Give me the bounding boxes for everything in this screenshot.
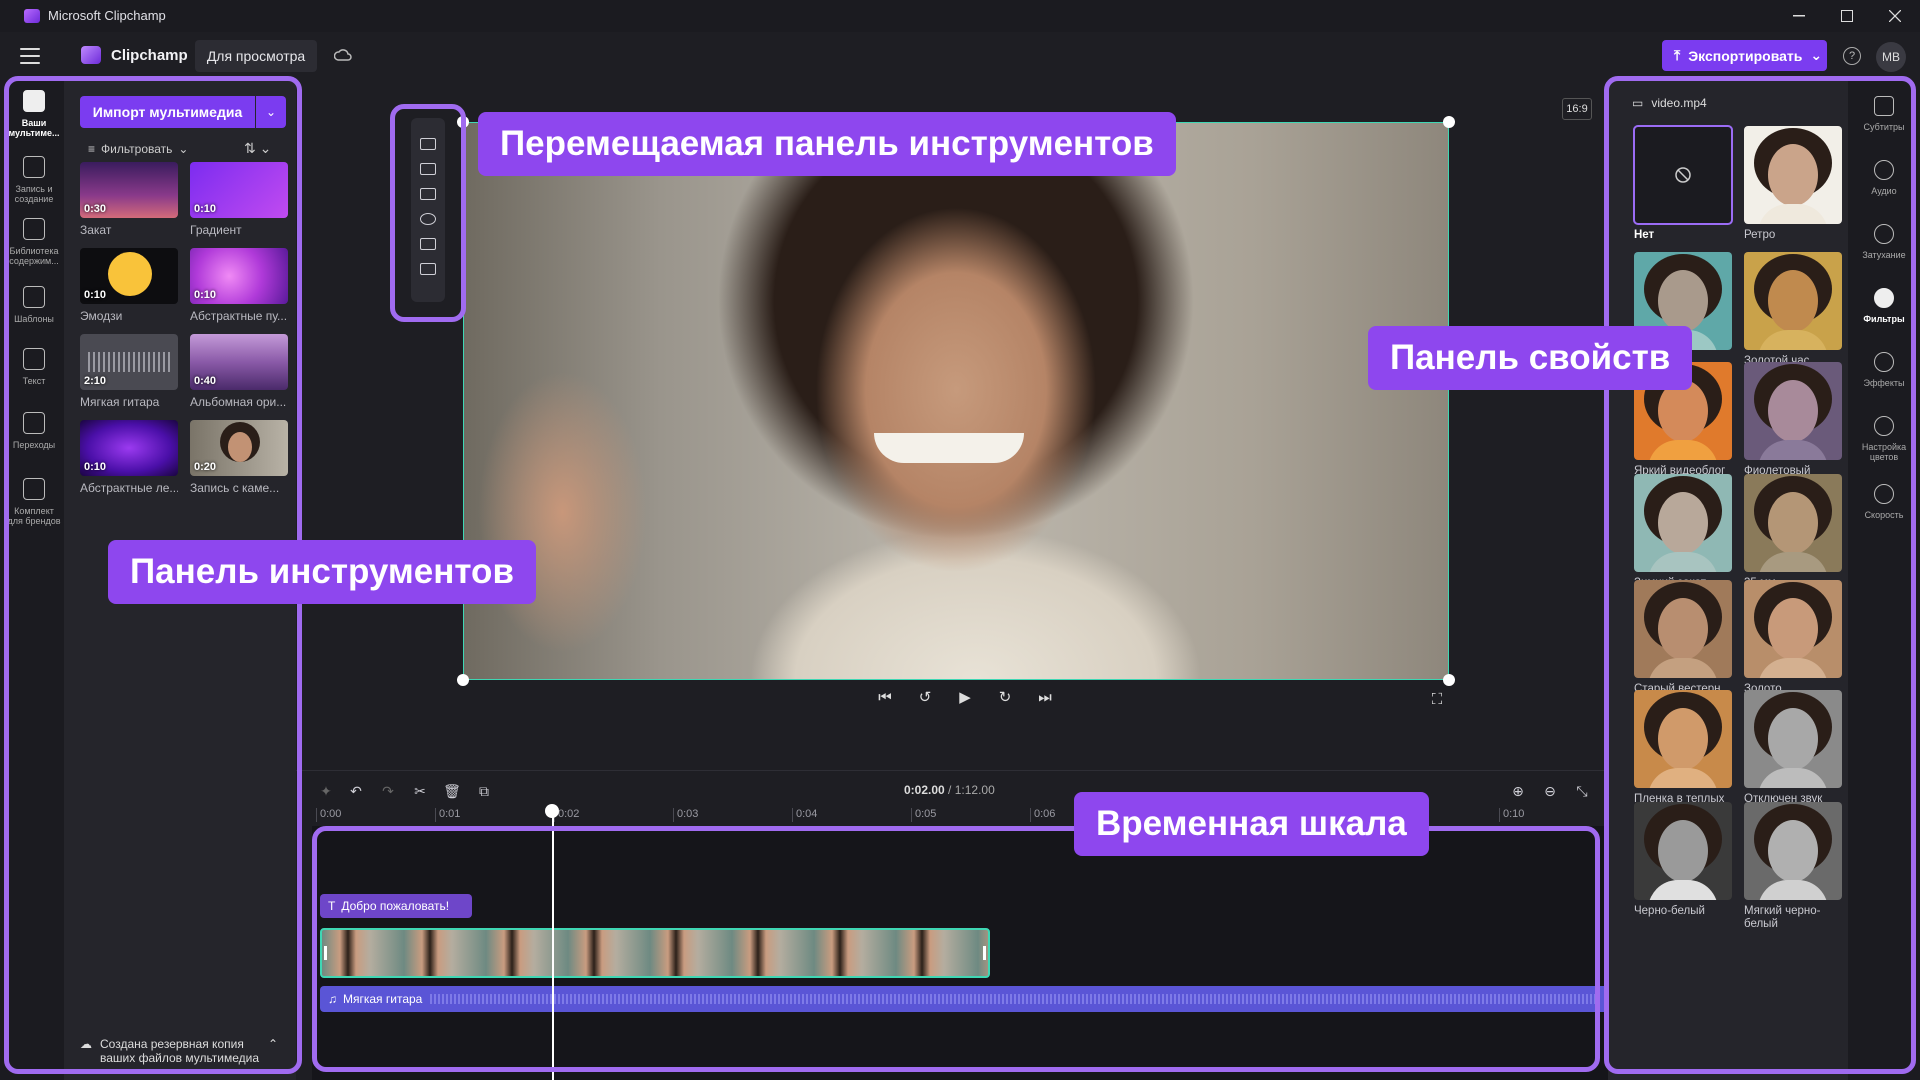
fit-timeline-icon[interactable]: ⤡ — [1574, 783, 1590, 799]
menu-icon[interactable] — [20, 48, 40, 64]
zoom-out-icon[interactable]: ⊖ — [1542, 783, 1558, 799]
floating-toolbar-callout: Перемещаемая панель инструментов — [478, 112, 1176, 176]
player-controls: ⏮ ↺ ▶ ↻ ⏭ — [876, 688, 1054, 707]
close-icon[interactable] — [1872, 0, 1918, 32]
export-label: Экспортировать — [1688, 47, 1803, 64]
floating-toolbar-highlight — [390, 104, 466, 322]
rewind-5-icon[interactable]: ↺ — [916, 688, 934, 706]
aspect-ratio-button[interactable]: 16:9 — [1562, 98, 1592, 120]
redo-icon[interactable]: ↷ — [380, 783, 396, 799]
total-time: / 1:12.00 — [948, 783, 995, 797]
magic-icon[interactable]: ✦ — [318, 783, 334, 799]
smile-shape — [874, 433, 1024, 463]
skip-start-icon[interactable]: ⏮ — [876, 688, 894, 706]
app-icon — [24, 9, 40, 23]
preview-tab[interactable]: Для просмотра — [195, 40, 317, 72]
timeline-callout: Временная шкала — [1074, 792, 1429, 856]
timeline-highlight — [312, 826, 1600, 1072]
minimize-icon[interactable] — [1776, 0, 1822, 32]
current-time: 0:02.00 — [904, 783, 945, 797]
resize-handle[interactable] — [457, 674, 469, 686]
export-button[interactable]: ⤒ Экспортировать ⌄ — [1662, 40, 1827, 71]
video-preview[interactable] — [463, 122, 1449, 680]
ruler-tick: 0:01 — [435, 808, 460, 822]
ruler-tick: 0:00 — [316, 808, 341, 822]
split-icon[interactable]: ✂ — [412, 783, 428, 799]
preview-area: 16:9 ⏮ ↺ ▶ ↻ ⏭ ⛶ — [296, 80, 1608, 770]
properties-panel-highlight — [1604, 76, 1916, 1074]
maximize-icon[interactable] — [1824, 0, 1870, 32]
delete-icon[interactable]: 🗑 — [443, 783, 461, 799]
properties-panel-callout: Панель свойств — [1368, 326, 1693, 390]
help-icon[interactable]: ? — [1843, 47, 1861, 65]
brand-name: Clipchamp — [111, 47, 188, 64]
ruler-tick: 0:10 — [1499, 808, 1524, 822]
cloud-sync-icon[interactable] — [334, 48, 352, 64]
fullscreen-icon[interactable]: ⛶ — [1428, 690, 1446, 708]
chevron-down-icon: ⌄ — [1810, 47, 1823, 63]
resize-handle[interactable] — [1443, 674, 1455, 686]
avatar[interactable]: MB — [1876, 42, 1906, 72]
zoom-in-icon[interactable]: ⊕ — [1510, 783, 1526, 799]
play-icon[interactable]: ▶ — [956, 688, 974, 706]
ruler-tick: 0:03 — [673, 808, 698, 822]
ruler-tick: 0:06 — [1030, 808, 1055, 822]
ruler-tick: 0:04 — [792, 808, 817, 822]
skip-end-icon[interactable]: ⏭ — [1036, 688, 1054, 706]
duplicate-icon[interactable]: ⧉ — [476, 783, 492, 799]
undo-icon[interactable]: ↶ — [348, 783, 364, 799]
timecode: 0:02.00 / 1:12.00 — [904, 783, 995, 797]
app-header: Clipchamp Для просмотра ⤒ Экспортировать… — [0, 32, 1920, 80]
resize-handle[interactable] — [1443, 116, 1455, 128]
window-titlebar: Microsoft Clipchamp — [0, 0, 1920, 32]
window-title: Microsoft Clipchamp — [48, 8, 166, 23]
ruler-tick: 0:05 — [911, 808, 936, 822]
forward-5-icon[interactable]: ↻ — [996, 688, 1014, 706]
clipchamp-logo — [81, 46, 101, 64]
toolbar-callout: Панель инструментов — [108, 540, 536, 604]
playhead-handle[interactable] — [545, 804, 559, 818]
upload-icon: ⤒ — [1674, 47, 1681, 63]
